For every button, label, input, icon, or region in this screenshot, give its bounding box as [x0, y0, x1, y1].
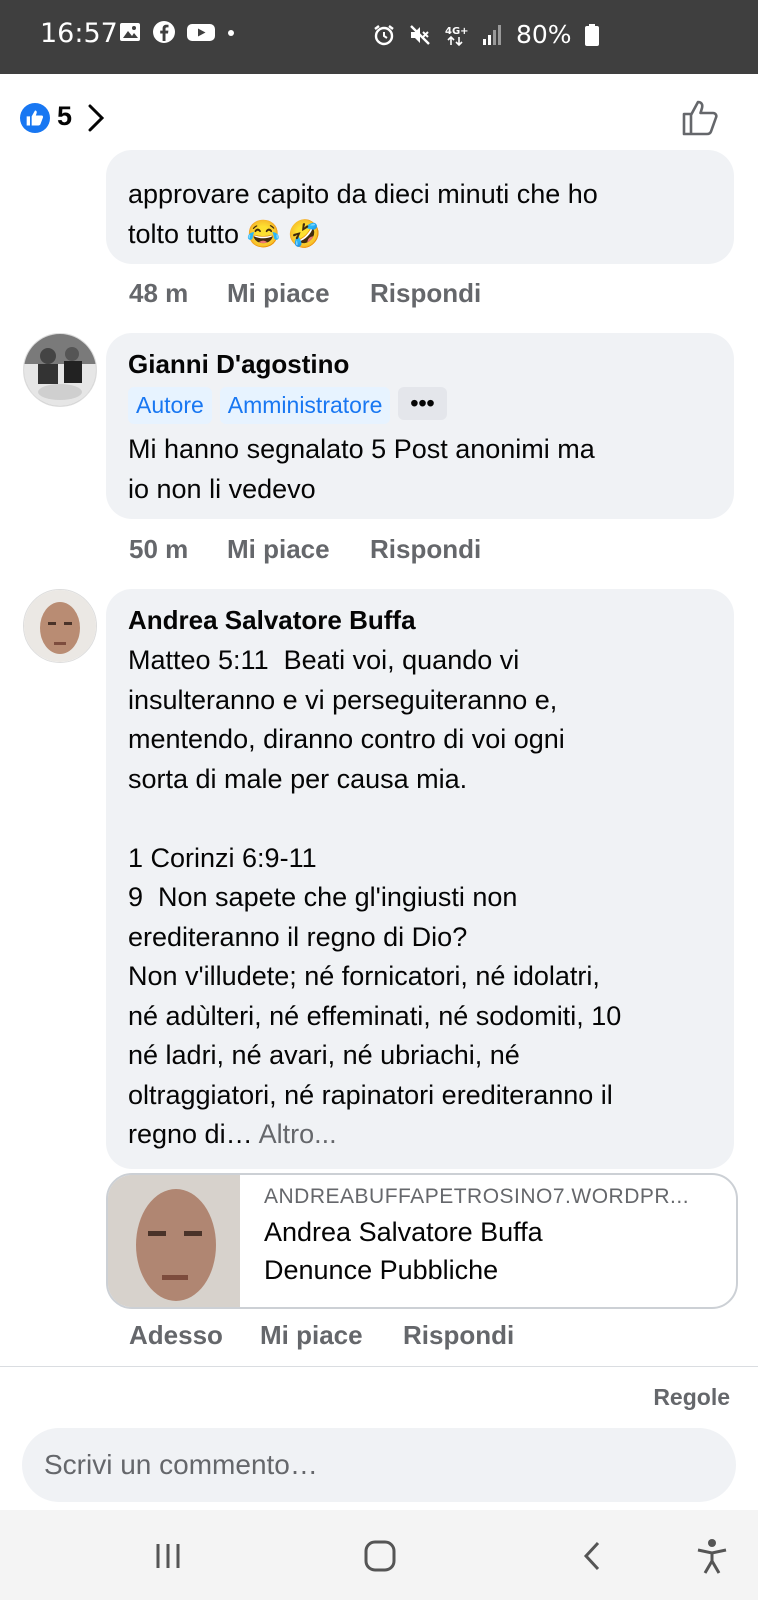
status-bar: 16:57 4G+ 80%	[0, 0, 758, 74]
svg-text:4G+: 4G+	[445, 26, 468, 37]
battery-percent: 80%	[516, 20, 572, 49]
badge-author: Autore	[128, 387, 212, 424]
avatar[interactable]	[23, 333, 97, 407]
comment-input[interactable]	[22, 1428, 736, 1502]
comment-bubble[interactable]: Gianni D'agostino Autore Amministratore ••…	[106, 333, 734, 519]
battery-icon	[584, 23, 599, 46]
comment-bubble[interactable]: Andrea Salvatore Buffa Matteo 5:11 Beati…	[106, 589, 734, 1169]
comment-time: 48 m	[129, 278, 189, 308]
recent-apps-icon[interactable]	[144, 1532, 192, 1580]
like-link[interactable]: Mi piace	[227, 278, 370, 309]
divider	[0, 1366, 758, 1367]
comment-text: approvare capito da dieci minuti che ho …	[128, 179, 598, 249]
facebook-icon	[153, 21, 175, 43]
comment-actions: 50 m Mi piace Rispondi	[129, 534, 481, 565]
signal-icon	[483, 24, 501, 45]
comment-time: 50 m	[129, 534, 189, 564]
comment-time: Adesso	[129, 1320, 223, 1350]
comment-author[interactable]: Gianni D'agostino	[128, 346, 349, 382]
comment-text: Mi hanno segnalato 5 Post anonimi ma io …	[128, 434, 595, 504]
alarm-icon	[374, 24, 394, 45]
badges-row: Autore Amministratore •••	[128, 387, 447, 424]
home-icon[interactable]	[356, 1532, 404, 1580]
status-time: 16:57	[40, 18, 118, 49]
gallery-icon	[120, 23, 140, 41]
reply-link[interactable]: Rispondi	[403, 1320, 514, 1351]
accessibility-icon[interactable]	[688, 1532, 736, 1580]
badge-admin: Amministratore	[219, 387, 391, 424]
dot-icon	[228, 30, 234, 36]
see-more-link[interactable]: Altro...	[259, 1119, 337, 1149]
comment-actions: Adesso Mi piace Rispondi	[129, 1320, 514, 1351]
comment-actions: 48 m Mi piace Rispondi	[129, 278, 481, 309]
link-domain: ANDREABUFFAPETROSINO7.WORDPR...	[264, 1185, 690, 1208]
link-thumbnail	[108, 1175, 240, 1307]
reply-link[interactable]: Rispondi	[370, 534, 481, 565]
comment-text: Matteo 5:11 Beati voi, quando vi insulte…	[128, 641, 728, 1155]
avatar[interactable]	[23, 589, 97, 663]
more-badges-button[interactable]: •••	[398, 387, 447, 420]
comment-bubble[interactable]: approvare capito da dieci minuti che ho …	[106, 150, 734, 264]
network-4g-icon: 4G+	[445, 26, 468, 46]
like-link[interactable]: Mi piace	[227, 534, 370, 565]
system-nav-bar	[0, 1510, 758, 1600]
link-title: Andrea Salvatore Buffa Denunce Pubbliche	[264, 1217, 543, 1285]
link-preview-card[interactable]: ANDREABUFFAPETROSINO7.WORDPR... Andrea S…	[106, 1173, 738, 1309]
mute-icon	[410, 24, 430, 45]
like-link[interactable]: Mi piace	[260, 1320, 403, 1351]
back-icon[interactable]	[568, 1532, 616, 1580]
comment-body: Matteo 5:11 Beati voi, quando vi insulte…	[128, 645, 622, 1149]
comment-author[interactable]: Andrea Salvatore Buffa	[128, 602, 416, 638]
reply-link[interactable]: Rispondi	[370, 278, 481, 309]
rules-link[interactable]: Regole	[653, 1384, 730, 1411]
youtube-icon	[187, 24, 215, 41]
